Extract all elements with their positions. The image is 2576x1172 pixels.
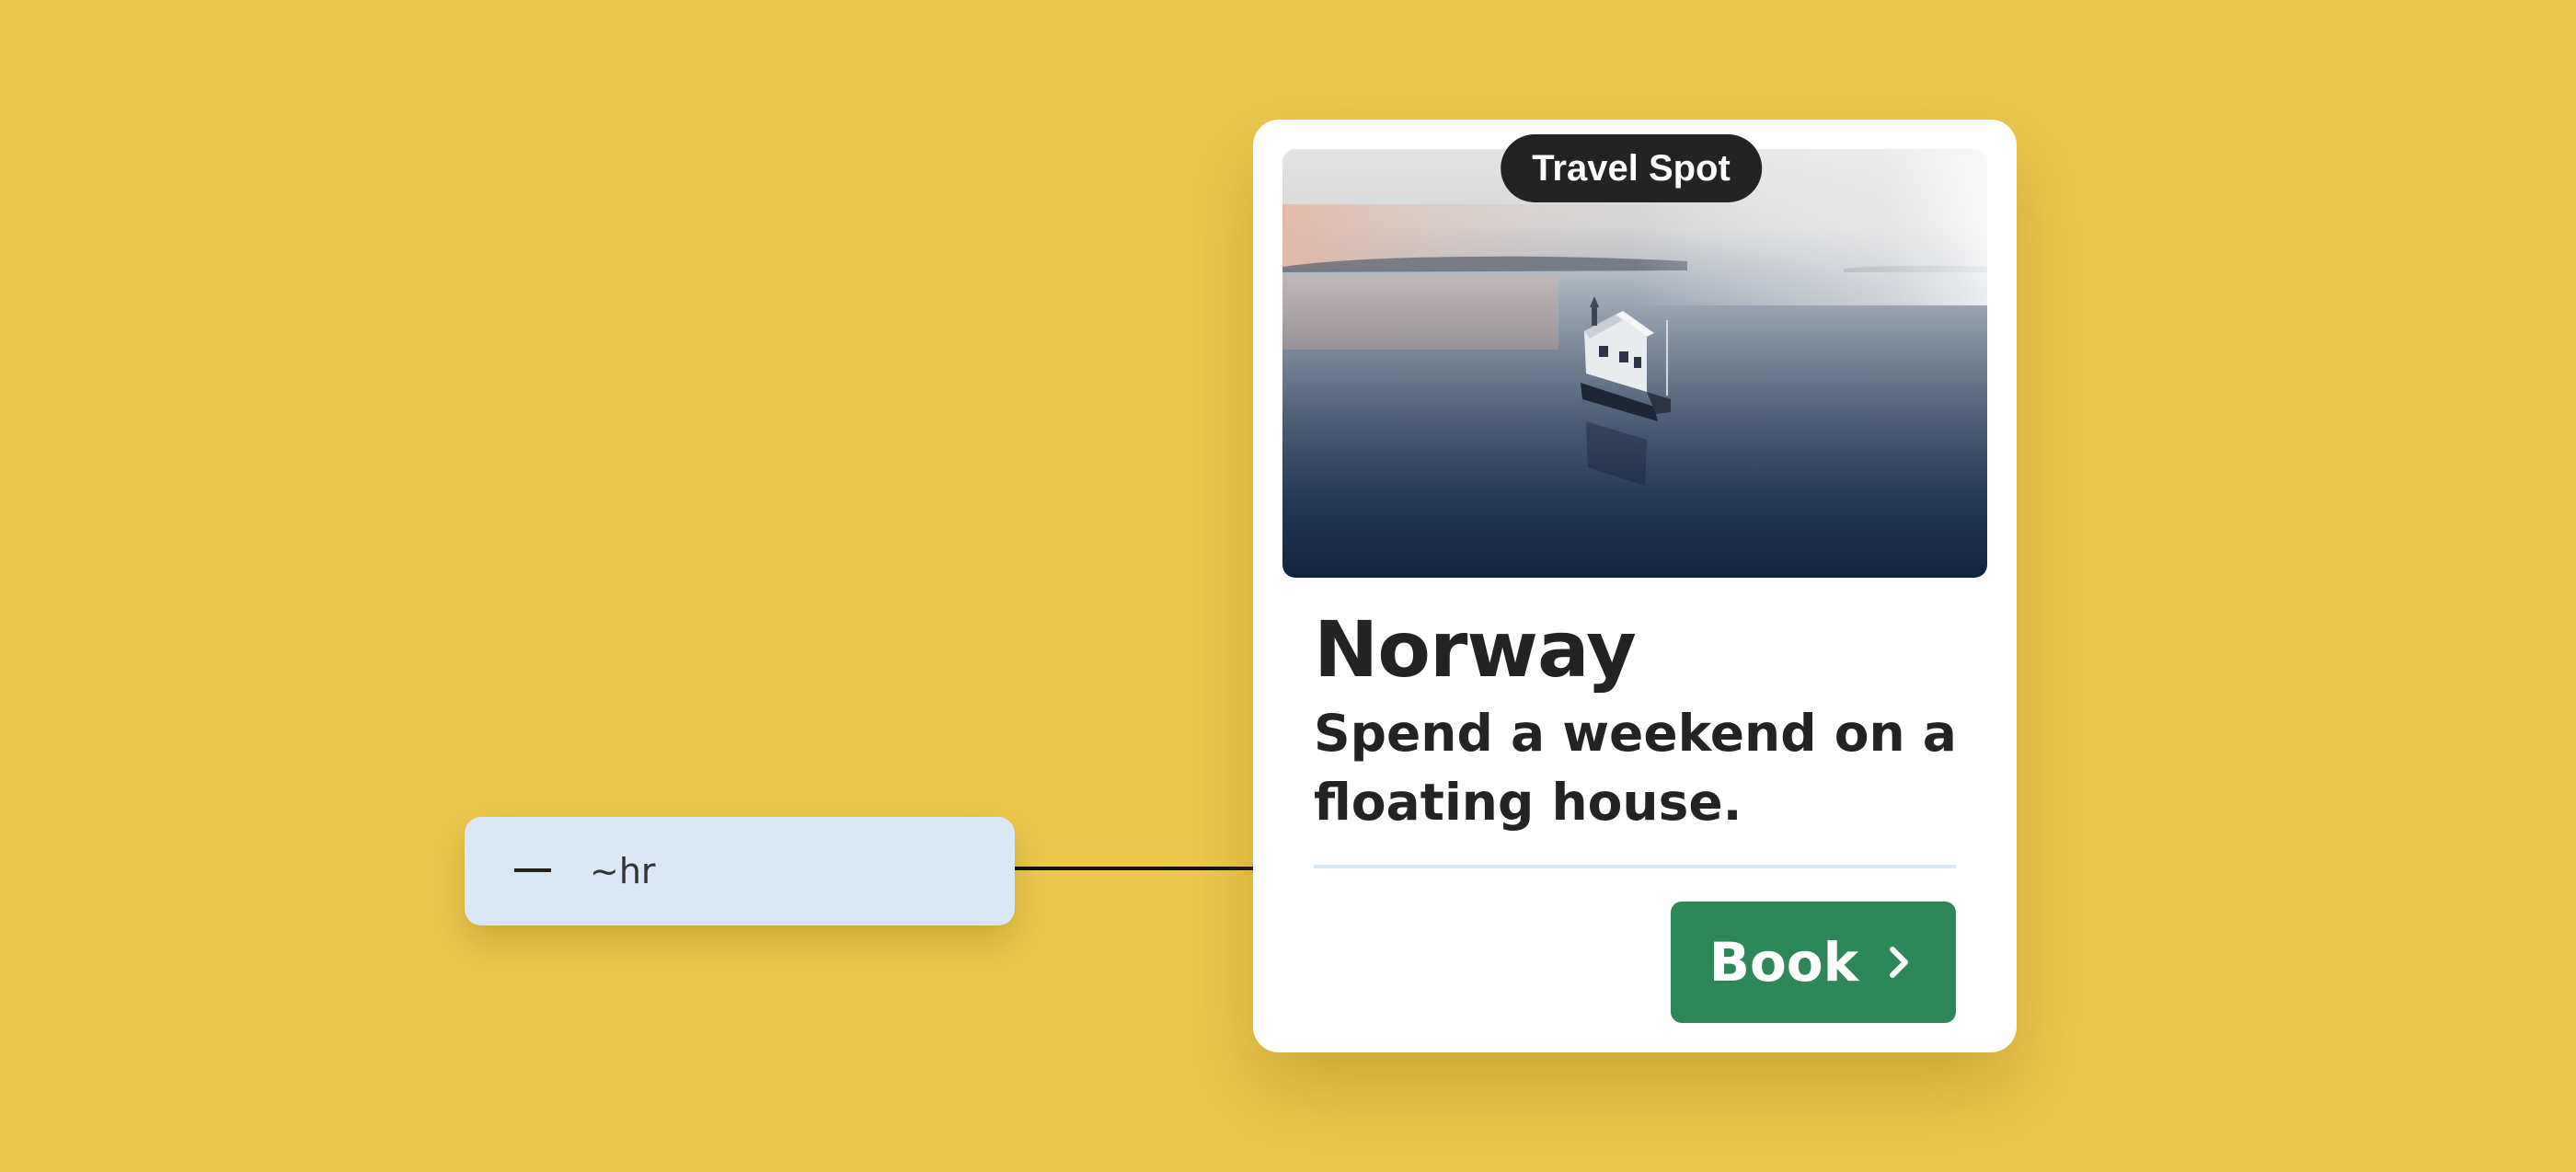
destination-description: Spend a weekend on a floating house. <box>1314 704 1957 832</box>
destination-photo <box>1282 149 1987 578</box>
book-button-label: Book <box>1708 931 1859 994</box>
book-button[interactable]: Book <box>1671 902 1956 1023</box>
travel-card: Travel Spot Norway Spend a weekend on a … <box>1253 120 2017 1052</box>
destination-title: Norway <box>1314 604 1637 695</box>
category-badge: Travel Spot <box>1501 134 1762 202</box>
photo-scene <box>1282 149 1987 486</box>
chevron-right-icon <box>1890 947 1909 978</box>
dash-icon <box>514 868 551 872</box>
annotation-label: ~hr <box>590 851 656 891</box>
divider <box>1314 865 1956 868</box>
element-annotation: ~hr <box>465 817 1015 925</box>
